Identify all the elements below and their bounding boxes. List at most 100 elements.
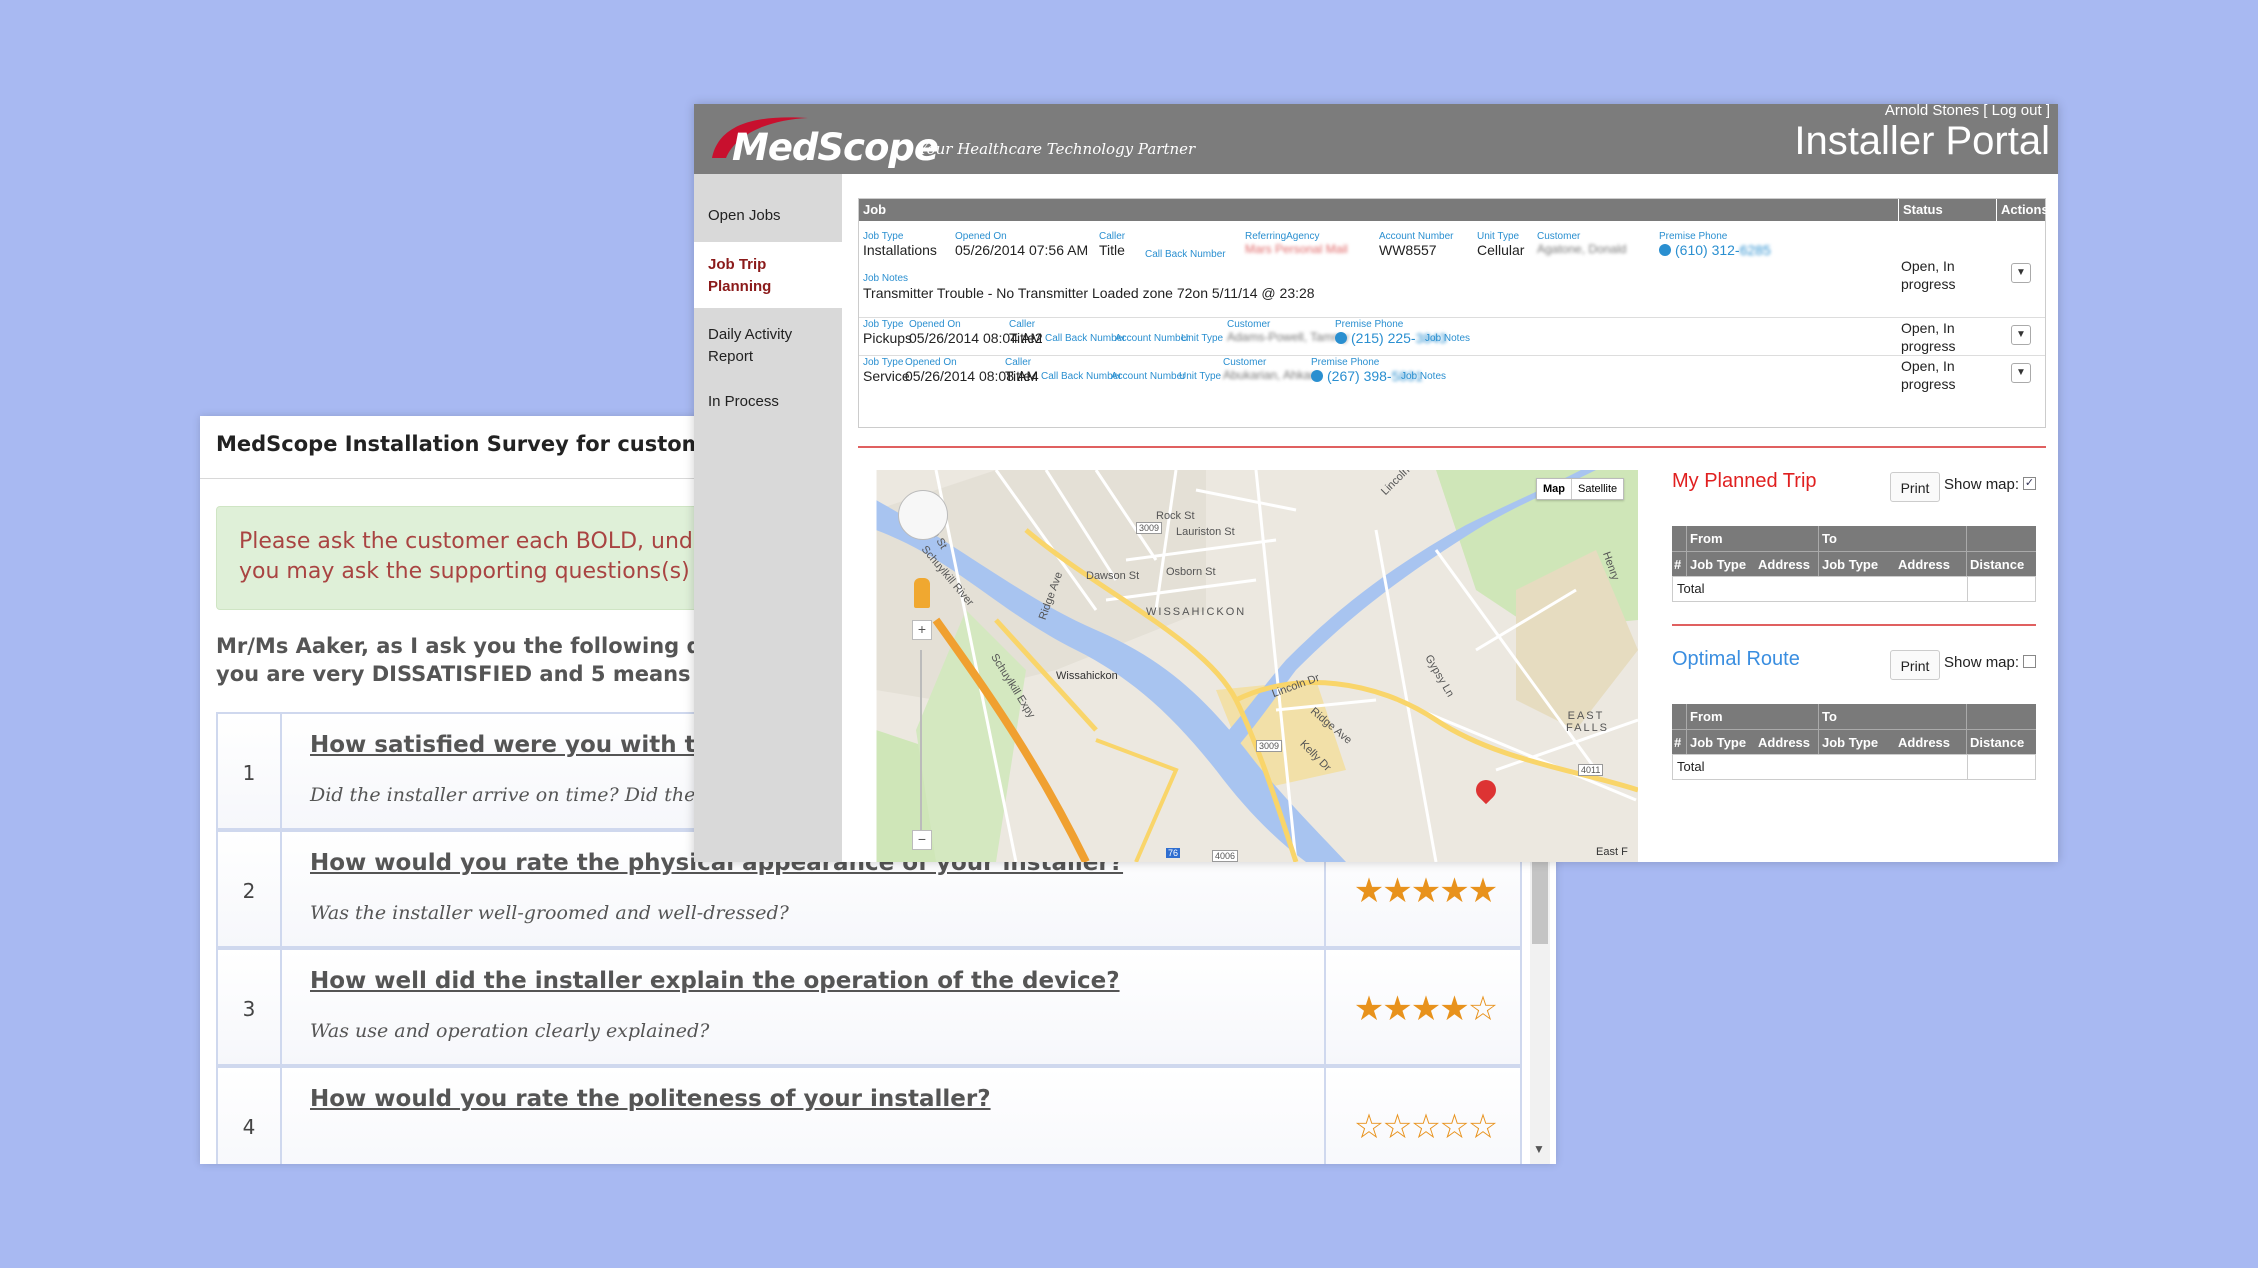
question-number: 1 [218, 714, 282, 828]
survey-intro-line-2: you are very DISSATISFIED and 5 means y [216, 662, 712, 686]
zoom-out-button[interactable]: − [912, 830, 932, 850]
zoom-in-button[interactable]: + [912, 620, 932, 640]
brand-name: MedScope [732, 126, 939, 169]
column-header-job: Job [859, 199, 1899, 221]
header-job-type: Job Type [1822, 557, 1879, 572]
bracket-open: [ [1983, 104, 1988, 119]
map-label: Osborn St [1166, 566, 1216, 578]
optimal-route-title: Optimal Route [1672, 648, 1800, 670]
map-type-map-button[interactable]: Map [1537, 479, 1572, 499]
account-number-link[interactable]: Account Number [1115, 333, 1189, 344]
column-divider [1966, 704, 1967, 754]
unit-type-link[interactable]: Unit Type [1181, 333, 1223, 344]
optimal-route-print-button[interactable]: Print [1890, 650, 1940, 680]
row-actions-dropdown[interactable]: ▼ [2011, 363, 2031, 383]
column-divider [1818, 526, 1819, 576]
field-caller: Caller Title [1099, 231, 1126, 258]
header-row-divider [1672, 551, 2036, 552]
column-divider [1686, 704, 1687, 754]
portal-title: Installer Portal [1794, 119, 2050, 163]
medscope-logo[interactable]: MedScope [708, 112, 939, 172]
field-account-number: Account Number WW8557 [1379, 231, 1454, 258]
header-address: Address [1758, 557, 1811, 572]
question-support: Was the installer well-groomed and well-… [310, 902, 789, 924]
header-distance: Distance [1970, 557, 2025, 572]
job-notes-link[interactable]: Job Notes [1425, 333, 1470, 344]
unit-type-link[interactable]: Unit Type [1179, 371, 1221, 382]
job-notes-link[interactable]: Job Notes [1401, 371, 1446, 382]
total-row: Total [1672, 576, 2036, 602]
column-divider [1686, 526, 1687, 576]
column-divider [1818, 704, 1819, 754]
route-shield: 3009 [1136, 522, 1163, 534]
table-row[interactable]: Job Type Pickups Opened On 05/26/2014 08:0… [859, 317, 2045, 356]
header-address: Address [1898, 735, 1951, 750]
logout-link[interactable]: Log out [1992, 104, 2042, 119]
brand-tagline: Your Healthcare Technology Partner [918, 140, 1196, 158]
question-text: How well did the installer explain the o… [310, 968, 1120, 994]
notice-line-2: you may ask the supporting questions(s) … [239, 559, 703, 584]
optimal-route-show-map-checkbox[interactable] [2023, 655, 2036, 668]
table-row[interactable]: Job Type Installations Opened On 05/26/201… [859, 221, 2045, 318]
column-divider [1966, 526, 1967, 576]
sidebar-item-open-jobs[interactable]: Open Jobs [694, 192, 842, 240]
section-divider [858, 446, 2046, 448]
scroll-down-arrow-icon[interactable]: ▼ [1533, 1142, 1545, 1156]
field-job-type: Job Type Installations [863, 231, 937, 258]
table-row[interactable]: Job Type Service Opened On 05/26/2014 08:0… [859, 355, 2045, 395]
notice-line-1: Please ask the customer each BOLD, unde [239, 529, 707, 554]
sidebar-item-in-process[interactable]: In Process [694, 380, 842, 424]
map-label: Rock St [1156, 510, 1195, 522]
route-shield: 4006 [1212, 850, 1239, 862]
sidebar-item-job-trip-planning[interactable]: Job Trip Planning [694, 242, 842, 308]
route-map[interactable]: Main St Schuylkill River Schuylkill Expy… [876, 470, 1638, 862]
field-customer: Customer Abukarian, Ahkam [1223, 357, 1321, 382]
question-text: How satisfied were you with the t [310, 732, 747, 758]
panel-divider [1672, 624, 2036, 626]
sidebar-item-daily-activity-report[interactable]: Daily Activity Report [694, 312, 842, 378]
field-customer: Customer Adams-Powell, Tammy [1227, 319, 1349, 344]
map-pan-control-icon[interactable] [898, 490, 948, 540]
street-view-pegman-icon[interactable] [914, 578, 930, 608]
total-row: Total [1672, 754, 2036, 780]
header-distance: Distance [1970, 735, 2025, 750]
column-header-actions: Actions [1997, 199, 2049, 221]
question-row: 4 How would you rate the politeness of y… [216, 1066, 1522, 1164]
table-header: From To # Job Type Address Job Type Addr… [1672, 704, 2036, 754]
header-hash: # [1674, 735, 1682, 750]
planned-trip-show-map-checkbox[interactable]: ✓ [2023, 477, 2036, 490]
status-text: Open, In progress [1901, 320, 1956, 354]
map-type-satellite-button[interactable]: Satellite [1572, 479, 1623, 499]
star-rating[interactable]: ★★★★☆ [1324, 950, 1524, 1064]
map-type-control[interactable]: Map Satellite [1536, 478, 1625, 500]
skype-phone-icon [1311, 370, 1323, 383]
planned-trip-print-button[interactable]: Print [1890, 472, 1940, 502]
survey-intro-line-1: Mr/Ms Aaker, as I ask you the following … [216, 634, 717, 658]
total-label: Total [1677, 759, 1705, 774]
call-back-number-link[interactable]: Call Back Number [1145, 249, 1226, 260]
call-back-number-link[interactable]: Call Back Number [1041, 371, 1122, 382]
job-notes-label: Job Notes [863, 273, 909, 284]
header-to: To [1822, 531, 1837, 546]
header-job-type: Job Type [1822, 735, 1879, 750]
star-rating[interactable]: ☆☆☆☆☆ [1324, 1068, 1524, 1164]
map-label: East F [1596, 846, 1628, 858]
row-actions-dropdown[interactable]: ▼ [2011, 263, 2031, 283]
map-label: WISSAHICKON [1146, 606, 1247, 618]
planned-trip-show-map-label: Show map: [1944, 476, 2020, 493]
header-from: From [1690, 709, 1723, 724]
field-unit-type: Unit Type Cellular [1477, 231, 1525, 258]
map-label: Wissahickon [1056, 670, 1118, 682]
row-actions-dropdown[interactable]: ▼ [2011, 325, 2031, 345]
field-opened-on: Opened On 05/26/2014 07:56 AM [955, 231, 1089, 258]
account-number-link[interactable]: Account Number [1111, 371, 1185, 382]
map-label: Lauriston St [1176, 526, 1235, 538]
column-header-status: Status [1899, 199, 1997, 221]
field-premise-phone[interactable]: Premise Phone (610) 312-6285 [1659, 231, 1771, 258]
job-notes-text: Transmitter Trouble - No Transmitter Loa… [863, 285, 1315, 301]
user-name: Arnold Stones [1884, 104, 1980, 119]
question-text: How would you rate the politeness of you… [310, 1086, 991, 1112]
call-back-number-link[interactable]: Call Back Number [1045, 333, 1126, 344]
zoom-slider[interactable] [920, 650, 922, 830]
optimal-route-show-map-label: Show map: [1944, 654, 2020, 671]
